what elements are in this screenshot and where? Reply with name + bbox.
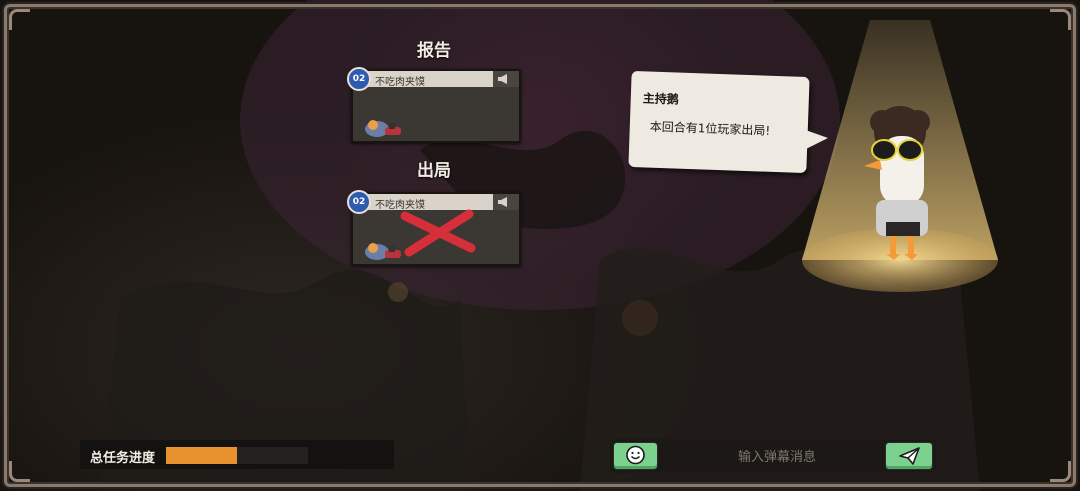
player-number-badge: 02 — [347, 67, 371, 91]
task-progress-bar — [166, 447, 308, 464]
player-number-badge: 02 — [347, 190, 371, 214]
out-player-card: 不吃肉夹馍 02 — [347, 190, 521, 266]
player-name: 不吃肉夹馍 — [375, 77, 425, 88]
report-title: 报告 — [417, 41, 451, 61]
host-goose-avatar — [864, 106, 930, 260]
host-speech-bubble: 主持鹅 本回合有1位玩家出局! — [628, 70, 810, 174]
host-name: 主持鹅 — [642, 91, 680, 107]
paper-plane-icon — [899, 447, 920, 465]
game-scene — [0, 0, 1080, 491]
send-button[interactable] — [885, 442, 933, 470]
megaphone-icon — [493, 194, 519, 210]
smiley-face-icon — [626, 445, 645, 465]
task-progress-label: 总任务进度 — [90, 451, 156, 466]
card-header: 不吃肉夹馍 — [353, 71, 519, 88]
fallen-player-avatar — [365, 120, 401, 137]
report-player-card: 不吃肉夹馍 02 — [347, 67, 521, 143]
danmaku-input[interactable] — [670, 444, 884, 470]
danmaku-chat-bar — [610, 439, 936, 473]
task-progress-panel: 总任务进度 — [80, 440, 394, 469]
task-progress-fill — [166, 447, 237, 464]
emoji-button[interactable] — [613, 442, 658, 470]
megaphone-icon — [493, 71, 519, 87]
eliminated-x-icon — [400, 209, 476, 257]
host-message: 本回合有1位玩家出局! — [649, 119, 771, 138]
out-title: 出局 — [417, 161, 451, 181]
bubble-tail — [800, 128, 828, 152]
